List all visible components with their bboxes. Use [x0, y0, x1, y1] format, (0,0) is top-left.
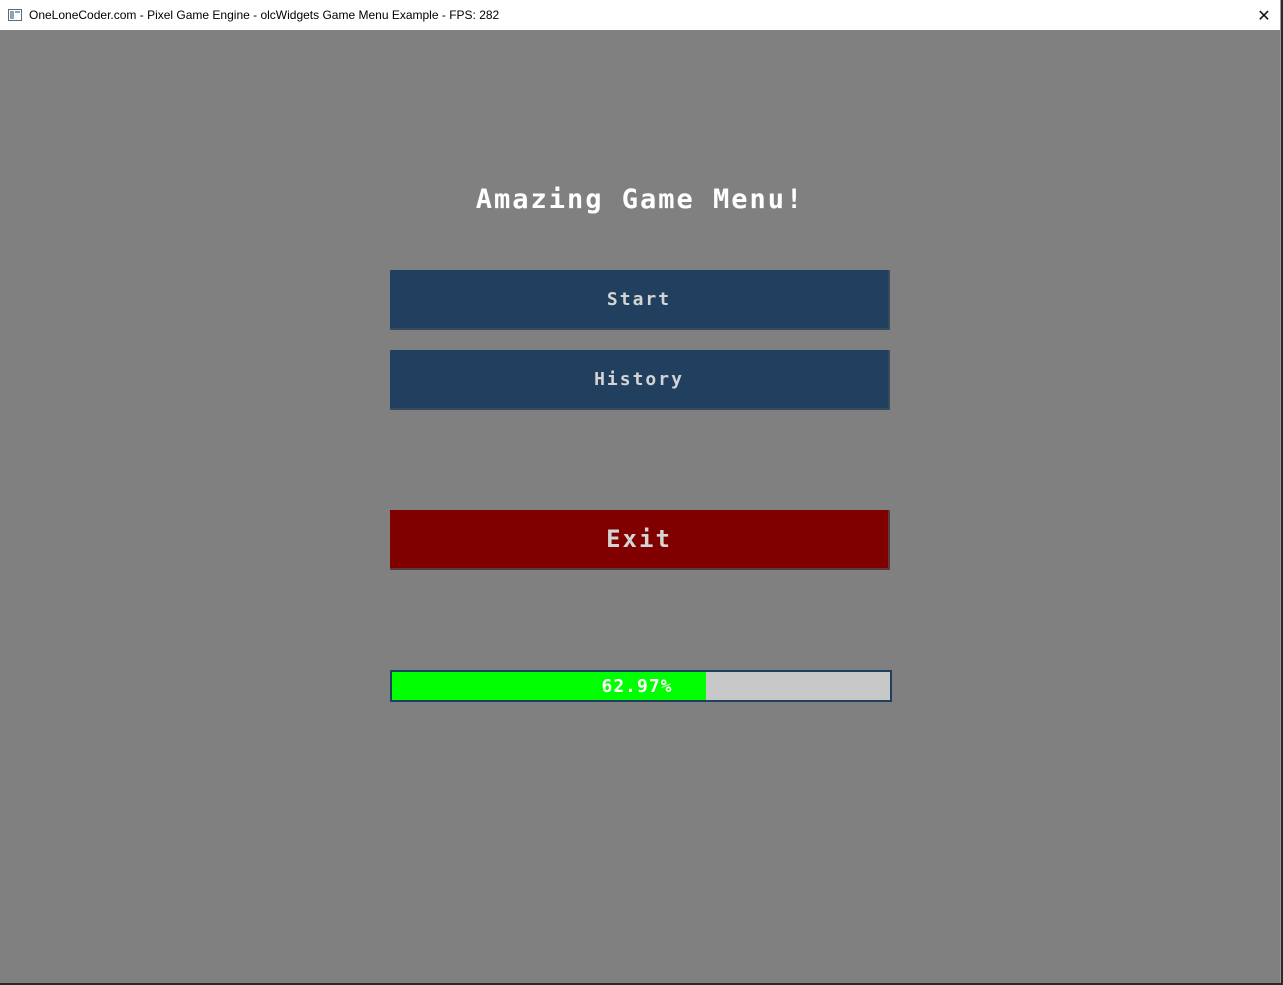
- exit-button-label: Exit: [606, 525, 672, 553]
- window-title: OneLoneCoder.com - Pixel Game Engine - o…: [29, 8, 500, 22]
- start-button[interactable]: Start: [390, 270, 890, 330]
- game-window: OneLoneCoder.com - Pixel Game Engine - o…: [0, 0, 1281, 983]
- close-icon: ✕: [1257, 5, 1271, 25]
- progress-bar: 62.97%: [390, 670, 892, 702]
- menu-title: Amazing Game Menu!: [475, 184, 805, 215]
- window-titlebar[interactable]: OneLoneCoder.com - Pixel Game Engine - o…: [0, 0, 1280, 30]
- exit-button[interactable]: Exit: [390, 510, 890, 570]
- app-window-icon: [8, 9, 22, 21]
- history-button[interactable]: History: [390, 350, 890, 410]
- start-button-label: Start: [606, 288, 672, 310]
- close-button[interactable]: ✕: [1248, 0, 1280, 30]
- history-button-label: History: [594, 368, 684, 390]
- progress-label: 62.97%: [601, 675, 673, 697]
